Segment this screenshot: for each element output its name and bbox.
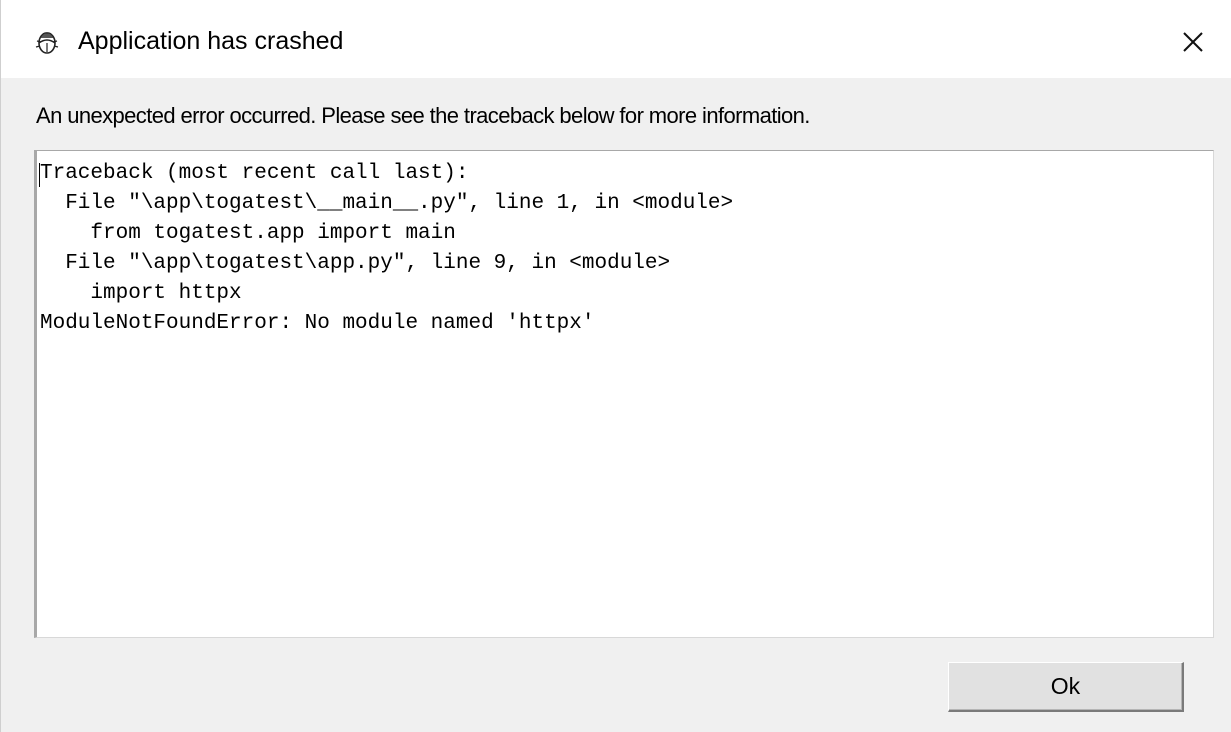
- text-caret: [39, 163, 40, 187]
- python-bug-icon: [34, 29, 60, 55]
- crash-dialog: Application has crashed An unexpected er…: [0, 0, 1231, 732]
- error-message: An unexpected error occurred. Please see…: [36, 103, 810, 128]
- traceback-textbox[interactable]: Traceback (most recent call last): File …: [34, 150, 1214, 638]
- window-title: Application has crashed: [78, 27, 344, 55]
- traceback-text: Traceback (most recent call last): File …: [40, 162, 734, 335]
- title-bar: Application has crashed: [1, 0, 1231, 78]
- ok-button[interactable]: Ok: [948, 662, 1184, 712]
- close-icon[interactable]: [1173, 22, 1213, 62]
